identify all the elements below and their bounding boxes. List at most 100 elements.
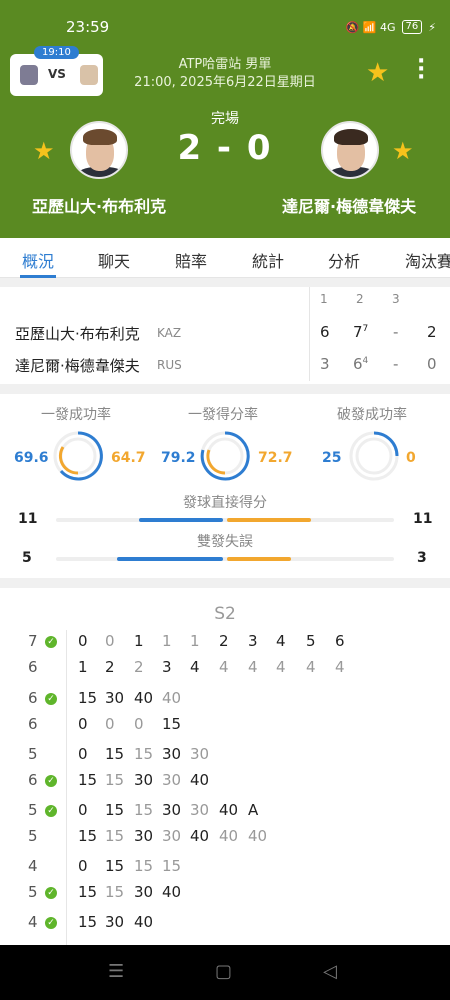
pbp-game-score: 6 [28,658,38,676]
player2-set2-games: 6 [353,355,363,373]
stat-aces-label: 發球直接得分 [183,495,267,511]
pbp-point: 2 [219,632,229,650]
more-menu-icon[interactable]: · · · [417,51,425,89]
stat-aces-p2: 11 [413,511,433,527]
pbp-game-score: 5 [28,827,38,845]
system-nav-bar: ☰ ▢ ◁ [0,945,450,1000]
stat-first-serve-pct-p1: 69.6 [14,450,49,466]
pbp-game-score: 5 [28,883,38,901]
favorite-star-icon[interactable]: ★ [366,58,389,88]
battery-level: 76 [405,21,419,32]
game-winner-check-icon: ✓ [45,917,57,929]
home-icon[interactable]: ▢ [215,961,232,982]
pbp-point: 15 [134,801,154,819]
player1-set3: - [393,323,399,341]
tab-overview[interactable]: 概況 [22,248,54,272]
pbp-point: 0 [78,715,88,733]
pbp-game-score: 4 [28,857,38,875]
pbp-game-score: 6 [28,771,38,789]
pbp-point: 4 [248,658,258,676]
set-header-2: 2 [356,292,364,306]
stat-first-serve-pct-label: 一發成功率 [41,407,111,423]
pbp-point: 15 [78,913,98,931]
pbp-point: 15 [78,883,98,901]
pbp-point: 15 [105,827,125,845]
pbp-point: 1 [78,658,88,676]
pbp-point: 15 [105,745,125,763]
player2-avatar[interactable] [321,121,379,179]
player1-set2-games: 7 [353,323,363,341]
section-divider [0,278,450,287]
set-row-player2-country: RUS [157,358,182,372]
pbp-point: 40 [190,771,210,789]
pbp-point: 4 [276,658,286,676]
pbp-set-title: S2 [214,604,236,624]
game-winner-check-icon: ✓ [45,775,57,787]
pbp-point: 0 [134,715,144,733]
pbp-point: 3 [248,632,258,650]
pbp-point: 15 [134,745,154,763]
stat-double-faults-p2: 3 [417,550,427,566]
player2-set1: 3 [320,355,330,373]
pbp-point: 2 [134,658,144,676]
pbp-point: 4 [276,632,286,650]
pbp-point: 15 [105,801,125,819]
pbp-point: 15 [162,857,182,875]
pbp-point: 40 [162,689,182,707]
aces-bar-track [56,518,394,522]
pbp-point: 15 [78,689,98,707]
pbp-point: 1 [190,632,200,650]
network-icons: 🔕 📶 4G [345,20,396,34]
pbp-point: 4 [190,658,200,676]
double-faults-bar-track [56,557,394,561]
game-winner-check-icon: ✓ [45,636,57,648]
pbp-point: 1 [134,632,144,650]
pbp-point: 15 [105,771,125,789]
player1-name[interactable]: 亞歷山大·布布利克 [32,193,166,217]
pbp-point: 15 [134,857,154,875]
stat-break-pts-p2: 0 [406,450,416,466]
pbp-point: 30 [162,827,182,845]
pbp-game-score: 5 [28,745,38,763]
pbp-point: 30 [162,745,182,763]
pbp-point: 30 [134,771,154,789]
pbp-point: 4 [306,658,316,676]
set-row-player2-name: 達尼爾·梅德韋傑夫 [15,357,140,375]
favorite-player2-star-icon[interactable]: ★ [392,137,414,165]
pbp-point: 40 [190,827,210,845]
tab-bar: 概況 聊天 賠率 統計 分析 淘汰賽 [0,238,450,278]
pbp-point: 30 [134,827,154,845]
stat-aces-p1: 11 [18,511,38,527]
tab-stats[interactable]: 統計 [252,248,284,272]
pbp-point: 15 [162,715,182,733]
tab-knockout[interactable]: 淘汰賽 [405,248,450,272]
player1-sets-total: 2 [427,323,437,341]
stat-first-serve-pct-p2: 64.7 [111,450,146,466]
player2-name[interactable]: 達尼爾·梅德韋傑夫 [282,193,416,217]
aces-bar-p2 [227,518,311,522]
pbp-point: 30 [190,801,210,819]
player1-set2: 77 [353,323,368,341]
pbp-point: 40 [219,801,239,819]
pbp-game-score: 4 [28,913,38,931]
tab-chat[interactable]: 聊天 [98,248,130,272]
stat-double-faults-p1: 5 [22,550,32,566]
pbp-point: A [248,801,259,819]
favorite-player1-star-icon[interactable]: ★ [33,137,55,165]
player2-set3: - [393,355,399,373]
pbp-point: 4 [219,658,229,676]
tab-odds[interactable]: 賠率 [175,248,207,272]
pbp-point: 0 [78,801,88,819]
pbp-point: 15 [78,827,98,845]
player1-avatar[interactable] [70,121,128,179]
pbp-point: 6 [335,632,345,650]
pbp-point: 30 [162,801,182,819]
pbp-point: 0 [78,632,88,650]
back-icon[interactable]: ◁ [323,961,337,982]
pbp-divider [66,630,67,945]
stat-first-serve-pts-p2: 72.7 [258,450,293,466]
pbp-game-score: 7 [28,632,38,650]
recent-apps-icon[interactable]: ☰ [108,961,124,982]
status-time: 23:59 [66,18,110,36]
tab-analysis[interactable]: 分析 [328,248,360,272]
